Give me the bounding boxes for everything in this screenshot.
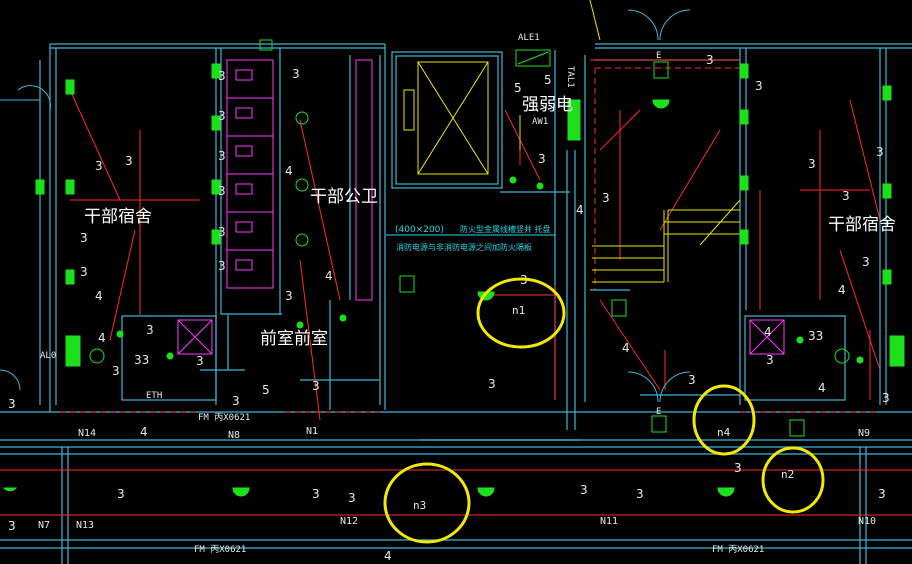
wire-count: 3 <box>766 353 774 367</box>
wire-count: 3 <box>218 69 226 83</box>
wire-count: 3 <box>146 323 154 337</box>
label-al0: AL0 <box>40 351 56 361</box>
wire-count: 3 <box>117 487 125 501</box>
wire-count: 3 <box>218 184 226 198</box>
wire-count: 5 <box>514 81 522 95</box>
wire-count: 3 <box>312 487 320 501</box>
wire-count: 3 <box>636 487 644 501</box>
wire-count: 3 <box>808 157 816 171</box>
label-fm-left: FM 丙X0621 <box>198 412 250 423</box>
room-label-vestibule: 前室前室 <box>260 329 328 349</box>
circuit-n10: N10 <box>858 516 876 527</box>
duct-label-note: 防火型金属线槽竖井 托盘 <box>460 224 551 234</box>
circuit-n13: N13 <box>76 520 94 531</box>
wire-count: 3 <box>348 491 356 505</box>
wire-count: 3 <box>95 159 103 173</box>
highlight-label-n2: n2 <box>781 468 794 481</box>
wire-count: 3 <box>80 231 88 245</box>
wire-count: 3 <box>862 255 870 269</box>
wire-count: 3 <box>734 461 742 475</box>
wire-count: 3 <box>842 189 850 203</box>
wire-count: 3 <box>218 259 226 273</box>
wire-count: 3 <box>706 53 714 67</box>
wire-count: 5 <box>262 383 270 397</box>
wire-count: 3 <box>882 391 890 405</box>
wire-count: 3 <box>688 373 696 387</box>
wire-count: 3 <box>125 154 133 168</box>
wire-count: 3 <box>8 519 16 533</box>
circuit-n12: N12 <box>340 516 358 527</box>
wire-count: 3 <box>218 109 226 123</box>
room-label-toilet: 干部公卫 <box>310 187 378 207</box>
wire-count: 3 <box>538 152 546 166</box>
wire-count: 3 <box>218 149 226 163</box>
room-label-dorm-left: 干部宿舍 <box>84 207 152 227</box>
label-fm-bottom-right: FM 丙X0621 <box>712 544 764 555</box>
wire-count: 4 <box>622 341 630 355</box>
label-tal1: TAL1 <box>565 66 575 88</box>
highlight-label-n3: n3 <box>413 499 426 512</box>
wire-count: 3 <box>80 265 88 279</box>
wire-count: 3 <box>292 67 300 81</box>
circuit-n7: N7 <box>38 520 50 531</box>
circuit-n8: N8 <box>228 430 240 441</box>
wire-count: 3 <box>580 483 588 497</box>
wire-count: 4 <box>576 203 584 217</box>
wire-count: 3 <box>876 145 884 159</box>
wire-count: 33 <box>808 329 823 343</box>
label-aw1: AW1 <box>532 117 548 127</box>
wire-count: 3 <box>8 397 16 411</box>
room-label-dorm-right: 干部宿舍 <box>828 215 896 235</box>
circuit-n1: N1 <box>306 426 318 437</box>
wire-count: 3 <box>232 394 240 408</box>
label-fm-bottom-left: FM 丙X0621 <box>194 544 246 555</box>
highlight-label-n4: n4 <box>717 426 731 439</box>
wire-count: 3 <box>488 377 496 391</box>
floor-plan-canvas: (400×200) 防火型金属线槽竖井 托盘 消防电源与非消防电源之间加防火隔板 <box>0 0 912 564</box>
wire-count: 4 <box>325 269 333 283</box>
wire-count: 4 <box>98 331 106 345</box>
wire-count: 33 <box>134 353 149 367</box>
highlight-label-n1: n1 <box>512 304 525 317</box>
wire-count: 5 <box>544 73 552 87</box>
wire-count: 3 <box>755 79 763 93</box>
wire-count: 4 <box>140 425 148 439</box>
room-label-weak-strong: 强弱电 <box>522 95 573 115</box>
label-exit-top: E <box>656 51 661 61</box>
circuit-n11: N11 <box>600 516 618 527</box>
wire-count: 3 <box>112 364 120 378</box>
wire-count: 4 <box>95 289 103 303</box>
circuit-n9: N9 <box>858 428 870 439</box>
wire-count: 4 <box>838 283 846 297</box>
wire-count: 3 <box>602 191 610 205</box>
wire-count: 3 <box>878 487 886 501</box>
wire-count: 3 <box>285 289 293 303</box>
duct-separator-note: 消防电源与非消防电源之间加防火隔板 <box>396 242 532 252</box>
wire-count: 4 <box>285 164 293 178</box>
wire-count: 3 <box>196 354 204 368</box>
duct-size-note: (400×200) <box>395 225 444 235</box>
circuit-n14: N14 <box>78 428 96 439</box>
wire-count: 4 <box>818 381 826 395</box>
label-exit-bottom: E <box>656 407 661 417</box>
wire-count: 4 <box>764 325 772 339</box>
wire-count: 4 <box>384 549 392 563</box>
label-ale1: ALE1 <box>518 33 540 43</box>
wire-count: 3 <box>218 225 226 239</box>
label-eth: ETH <box>146 391 162 401</box>
wire-count: 3 <box>312 379 320 393</box>
